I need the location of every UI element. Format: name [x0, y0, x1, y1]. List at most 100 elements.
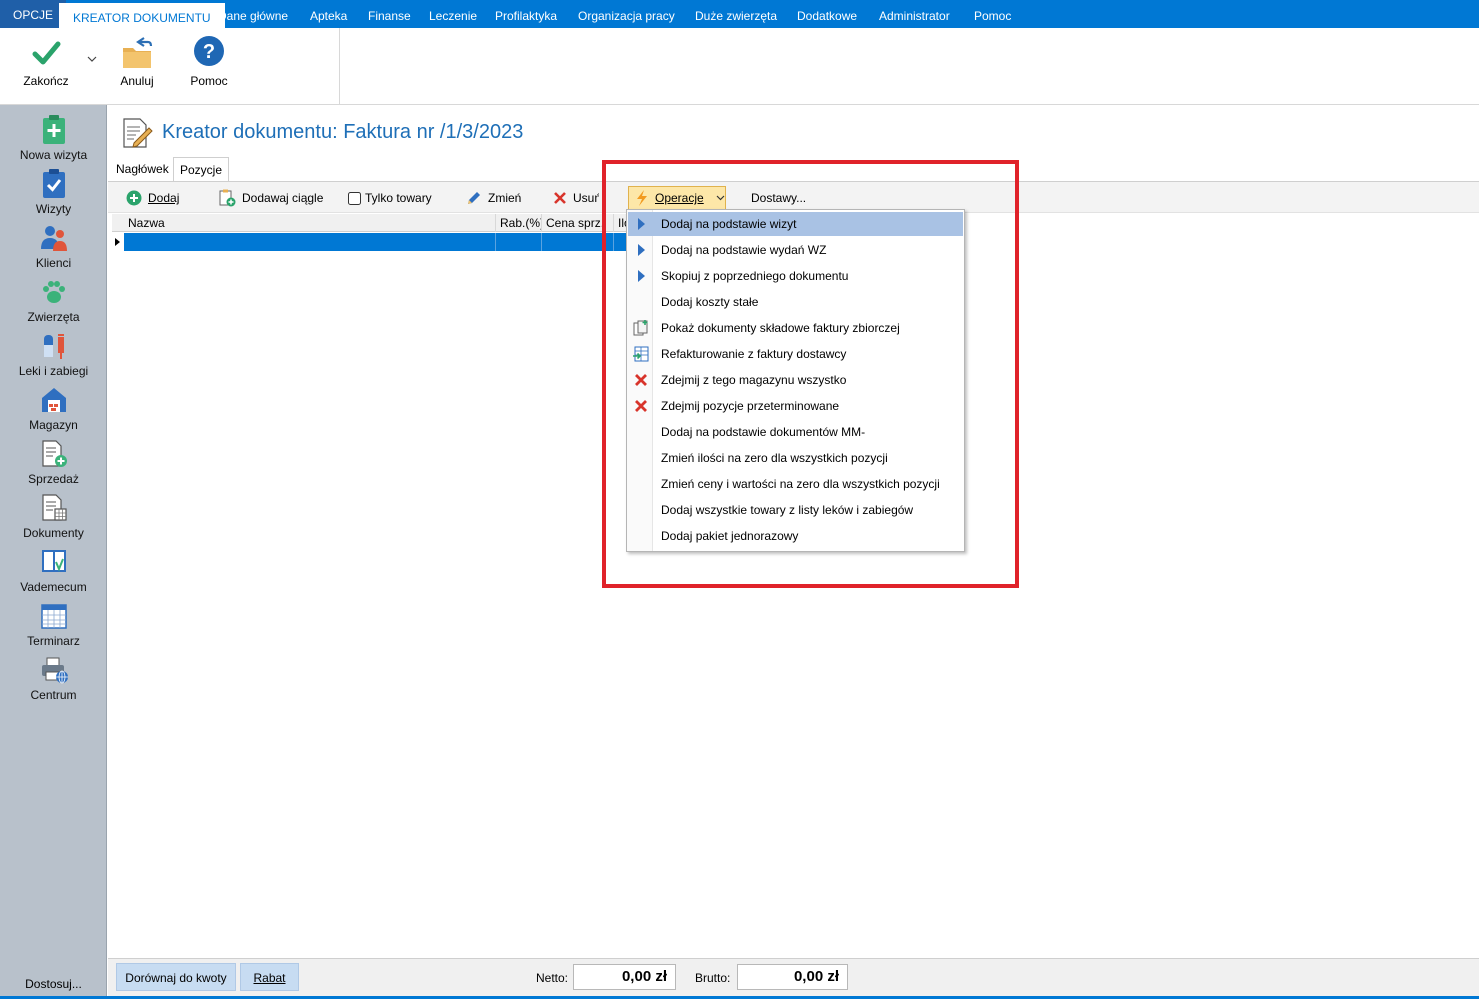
- sidebar-item-dokumenty[interactable]: Dokumenty: [0, 493, 107, 540]
- cell-rabat[interactable]: [496, 233, 542, 251]
- operations-label: Operacje: [655, 191, 704, 205]
- sidebar: Nowa wizyta Wizyty Klienci Zwierzęta Lek…: [0, 105, 107, 999]
- sidebar-label: Centrum: [30, 688, 77, 702]
- import-table-icon: [633, 346, 649, 362]
- menu-tab-dane-glowne[interactable]: Dane główne: [218, 0, 288, 28]
- book-icon: [41, 550, 66, 572]
- menu-tab-profilaktyka[interactable]: Profilaktyka: [495, 0, 557, 28]
- menu-item-zdejmij-z-magazynu[interactable]: Zdejmij z tego magazynu wszystko: [628, 368, 963, 392]
- menu-tab-duze-zwierzeta[interactable]: Duże zwierzęta: [695, 0, 777, 28]
- menu-item-label: Dodaj pakiet jednorazowy: [661, 529, 799, 543]
- menu-tab-finanse[interactable]: Finanse: [368, 0, 411, 28]
- checkmark-icon: [32, 41, 61, 65]
- column-header-rabat[interactable]: Rab.(%): [496, 214, 542, 232]
- medicine-syringe-icon: [43, 334, 64, 359]
- menu-item-label: Dodaj na podstawie wydań WZ: [661, 243, 827, 257]
- sidebar-item-centrum[interactable]: Centrum: [0, 655, 107, 702]
- edit-button[interactable]: Zmień: [466, 189, 521, 207]
- sidebar-label: Nowa wizyta: [19, 148, 88, 162]
- finish-button[interactable]: Zakończ: [18, 34, 74, 88]
- menu-item-skopiuj-z-poprzedniego[interactable]: Skopiuj z poprzedniego dokumentu: [628, 264, 963, 288]
- paw-icon: [42, 281, 65, 303]
- column-header-nazwa[interactable]: Nazwa: [124, 214, 496, 232]
- lightning-icon: [637, 190, 647, 206]
- menu-tab-kreator-dokumentu[interactable]: KREATOR DOKUMENTU: [59, 3, 225, 28]
- only-goods-checkbox[interactable]: Tylko towary: [348, 189, 432, 207]
- menu-item-label: Dodaj wszystkie towary z listy leków i z…: [661, 503, 914, 517]
- sidebar-item-nowa-wizyta[interactable]: Nowa wizyta: [0, 115, 107, 162]
- delete-button[interactable]: Usuń: [553, 189, 599, 207]
- add-continuous-button[interactable]: Dodawaj ciągle: [218, 189, 323, 207]
- menu-item-dodaj-na-podstawie-wizyt[interactable]: Dodaj na podstawie wizyt: [628, 212, 963, 236]
- match-amount-button[interactable]: Dorównaj do kwoty: [116, 963, 236, 991]
- page-title: Kreator dokumentu: Faktura nr /1/3/2023: [162, 121, 524, 143]
- people-icon: [40, 226, 67, 251]
- operations-dropdown-button[interactable]: Operacje: [628, 186, 726, 210]
- cancel-label: Anuluj: [120, 74, 154, 88]
- sidebar-label: Wizyty: [35, 202, 72, 216]
- finish-dropdown[interactable]: [86, 52, 98, 66]
- menu-tab-leczenie[interactable]: Leczenie: [429, 0, 477, 28]
- net-value: 0,00 zł: [573, 964, 676, 990]
- calendar-icon: [40, 604, 67, 629]
- clipboard-check-icon: [42, 169, 65, 198]
- discount-button[interactable]: Rabat: [240, 963, 299, 991]
- sidebar-item-leki-i-zabiegi[interactable]: Leki i zabiegi: [0, 331, 107, 378]
- tab-naglowek[interactable]: Nagłówek: [110, 157, 175, 181]
- tab-pozycje[interactable]: Pozycje: [173, 157, 230, 181]
- warehouse-icon: [41, 388, 66, 412]
- sidebar-item-sprzedaz[interactable]: Sprzedaż: [0, 439, 107, 486]
- sidebar-item-terminarz[interactable]: Terminarz: [0, 601, 107, 648]
- menu-tab-organizacja-pracy[interactable]: Organizacja pracy: [578, 0, 675, 28]
- svg-text:?: ?: [203, 41, 215, 63]
- menu-item-dodaj-pakiet-jednorazowy[interactable]: Dodaj pakiet jednorazowy: [628, 524, 963, 548]
- table-row[interactable]: [112, 233, 628, 251]
- net-label: Netto:: [536, 971, 569, 985]
- add-button[interactable]: Dodaj: [126, 189, 179, 207]
- menu-tab-dodatkowe[interactable]: Dodatkowe: [797, 0, 857, 28]
- printer-globe-icon: [41, 657, 68, 684]
- red-x-icon: [635, 400, 647, 412]
- cancel-button[interactable]: Anuluj: [110, 34, 164, 88]
- checkbox-icon: [348, 191, 361, 205]
- help-button[interactable]: ? Pomoc: [184, 34, 234, 88]
- sidebar-item-klienci[interactable]: Klienci: [0, 223, 107, 270]
- menu-tab-administrator[interactable]: Administrator: [879, 0, 950, 28]
- menu-item-dodaj-koszty-stale[interactable]: Dodaj koszty stałe: [628, 290, 963, 314]
- chevron-down-icon: [87, 56, 97, 62]
- copy-documents-icon: [633, 320, 648, 336]
- pencil-icon: [468, 192, 480, 204]
- top-menu-bar: OPCJE KREATOR DOKUMENTU Dane główne Apte…: [0, 0, 1479, 28]
- menu-item-label: Dodaj koszty stałe: [661, 295, 759, 309]
- menu-tab-pomoc[interactable]: Pomoc: [974, 0, 1011, 28]
- menu-item-dodaj-na-podstawie-wydan-wz[interactable]: Dodaj na podstawie wydań WZ: [628, 238, 963, 262]
- red-x-icon: [554, 192, 566, 204]
- document-edit-icon: [123, 118, 153, 148]
- help-label: Pomoc: [190, 74, 228, 88]
- sidebar-item-magazyn[interactable]: Magazyn: [0, 385, 107, 432]
- sidebar-label: Leki i zabiegi: [18, 364, 89, 378]
- sidebar-item-vademecum[interactable]: Vademecum: [0, 547, 107, 594]
- sidebar-item-wizyty[interactable]: Wizyty: [0, 169, 107, 216]
- column-header-cena-sprzedazy[interactable]: Cena sprz.: [542, 214, 614, 232]
- sidebar-item-zwierzeta[interactable]: Zwierzęta: [0, 277, 107, 324]
- folder-undo-icon: [123, 37, 153, 68]
- menu-tab-opcje[interactable]: OPCJE: [0, 0, 67, 28]
- menu-item-zmien-ilosci-na-zero[interactable]: Zmień ilości na zero dla wszystkich pozy…: [628, 446, 963, 470]
- gross-label: Brutto:: [695, 971, 731, 985]
- cell-cena-sprzedazy[interactable]: [542, 233, 614, 251]
- menu-item-refakturowanie[interactable]: Refakturowanie z faktury dostawcy: [628, 342, 963, 366]
- menu-item-label: Zdejmij z tego magazynu wszystko: [661, 373, 847, 387]
- deliveries-button[interactable]: Dostawy...: [751, 189, 806, 207]
- add-continuous-label: Dodawaj ciągle: [242, 191, 324, 205]
- customize-link[interactable]: Dostosuj...: [0, 977, 107, 991]
- menu-item-dodaj-wszystkie-towary[interactable]: Dodaj wszystkie towary z listy leków i z…: [628, 498, 963, 522]
- menu-item-zdejmij-przeterminowane[interactable]: Zdejmij pozycje przeterminowane: [628, 394, 963, 418]
- menu-item-zmien-ceny-na-zero[interactable]: Zmień ceny i wartości na zero dla wszyst…: [628, 472, 963, 496]
- document-add-icon: [41, 440, 67, 467]
- cell-nazwa[interactable]: [124, 233, 496, 251]
- menu-item-dodaj-dokumenty-mm[interactable]: Dodaj na podstawie dokumentów MM-: [628, 420, 963, 444]
- menu-item-pokaz-dokumenty-skladowe[interactable]: Pokaż dokumenty składowe faktury zbiorcz…: [628, 316, 963, 340]
- sidebar-label: Klienci: [35, 256, 72, 270]
- menu-tab-apteka[interactable]: Apteka: [310, 0, 347, 28]
